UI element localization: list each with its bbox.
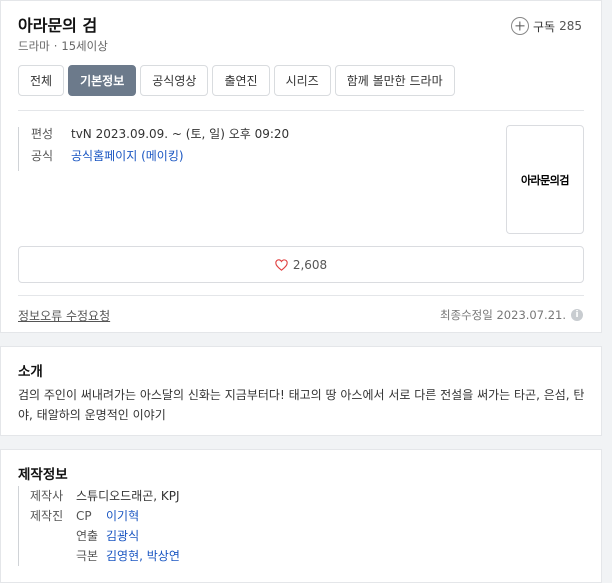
director-label: 연출 bbox=[76, 529, 99, 543]
genre-label: 드라마 bbox=[18, 39, 50, 53]
drama-info-card: 아라문의 검 드라마 · 15세이상 구독 285 전체 기본정보 공식영상 출연진… bbox=[0, 0, 602, 333]
official-row: 공식 공식홈페이지 (메이킹) bbox=[31, 149, 289, 163]
like-count: 2,608 bbox=[292, 257, 328, 272]
writer-value-link[interactable]: 김영현, 박상연 bbox=[106, 546, 180, 566]
production-card: 제작정보 제작사 스튜디오드래곤, KPJ 제작진 CP 이기혁 연출 김광식 … bbox=[0, 449, 602, 583]
age-rating: 15세이상 bbox=[61, 39, 108, 53]
meta-separator: · bbox=[53, 39, 58, 53]
director-row: 연출 김광식 bbox=[76, 526, 180, 546]
crew-label: 제작진 bbox=[30, 509, 64, 523]
official-making-link[interactable]: (메이킹) bbox=[141, 149, 183, 163]
tab-basic-info[interactable]: 기본정보 bbox=[68, 65, 137, 96]
drama-meta: 드라마 · 15세이상 bbox=[18, 38, 108, 54]
basic-info-list: 편성 tvN 2023.09.09. ~ (토, 일) 오후 09:20 공식 … bbox=[18, 127, 289, 171]
plus-icon bbox=[511, 17, 529, 35]
official-homepage-link[interactable]: 공식홈페이지 bbox=[71, 149, 137, 163]
production-title: 제작정보 bbox=[18, 467, 68, 483]
heart-icon bbox=[275, 258, 288, 271]
subscribe-button[interactable]: 구독 285 bbox=[511, 17, 582, 35]
page-title: 아라문의 검 bbox=[18, 16, 98, 35]
tab-bar: 전체 기본정보 공식영상 출연진 시리즈 함께 볼만한 드라마 bbox=[18, 65, 459, 96]
crew-row: 제작진 CP 이기혁 연출 김광식 극본 김영현, 박상연 bbox=[30, 506, 180, 566]
report-error-link[interactable]: 정보오류 수정요청 bbox=[18, 307, 110, 324]
writer-label: 극본 bbox=[76, 549, 99, 563]
subscribe-label: 구독 bbox=[533, 19, 556, 34]
tab-cast[interactable]: 출연진 bbox=[212, 65, 270, 96]
subscribe-count: 285 bbox=[559, 19, 582, 33]
tab-official-video[interactable]: 공식영상 bbox=[140, 65, 209, 96]
production-list: 제작사 스튜디오드래곤, KPJ 제작진 CP 이기혁 연출 김광식 극본 김영… bbox=[18, 486, 180, 566]
intro-title: 소개 bbox=[18, 364, 43, 380]
cp-row: CP 이기혁 bbox=[76, 506, 180, 526]
info-icon[interactable]: i bbox=[571, 309, 583, 321]
studio-value: 스튜디오드래곤, KPJ bbox=[76, 489, 180, 503]
intro-text: 검의 주인이 써내려가는 아스달의 신화는 지금부터다! 태고의 땅 아스에서 … bbox=[18, 388, 585, 422]
director-value-link[interactable]: 김광식 bbox=[106, 526, 139, 546]
broadcast-label: 편성 bbox=[31, 127, 54, 141]
cp-label: CP bbox=[76, 509, 92, 523]
official-label: 공식 bbox=[31, 149, 54, 163]
poster-logo: 아라문의검 bbox=[520, 173, 570, 187]
poster-image[interactable]: 아라문의검 bbox=[506, 125, 584, 234]
crew-list: CP 이기혁 연출 김광식 극본 김영현, 박상연 bbox=[76, 506, 180, 566]
writer-row: 극본 김영현, 박상연 bbox=[76, 546, 180, 566]
tab-series[interactable]: 시리즈 bbox=[273, 65, 331, 96]
like-button[interactable]: 2,608 bbox=[18, 246, 584, 283]
last-updated-text: 최종수정일 2023.07.21. bbox=[439, 308, 566, 322]
tab-related-dramas[interactable]: 함께 볼만한 드라마 bbox=[334, 65, 455, 96]
last-updated: 최종수정일 2023.07.21. i bbox=[440, 307, 583, 323]
broadcast-value: tvN 2023.09.09. ~ (토, 일) 오후 09:20 bbox=[71, 127, 290, 141]
divider bbox=[18, 110, 584, 111]
intro-card: 소개 검의 주인이 써내려가는 아스달의 신화는 지금부터다! 태고의 땅 아스… bbox=[0, 346, 602, 436]
studio-row: 제작사 스튜디오드래곤, KPJ bbox=[30, 486, 180, 506]
divider bbox=[18, 295, 584, 296]
cp-value-link[interactable]: 이기혁 bbox=[106, 506, 139, 526]
tab-all[interactable]: 전체 bbox=[18, 65, 65, 96]
studio-label: 제작사 bbox=[30, 489, 64, 503]
broadcast-row: 편성 tvN 2023.09.09. ~ (토, 일) 오후 09:20 bbox=[31, 127, 289, 141]
